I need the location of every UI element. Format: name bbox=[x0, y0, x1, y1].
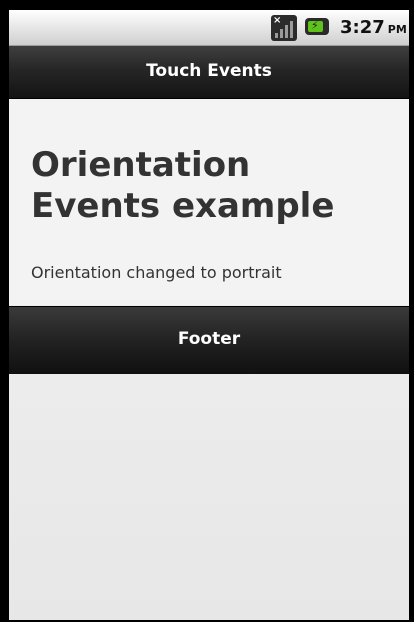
clock-ampm: PM bbox=[387, 23, 407, 36]
signal-bar-icon bbox=[280, 29, 283, 38]
page-heading: Orientation Events example bbox=[31, 145, 335, 226]
signal-bar-icon bbox=[285, 25, 288, 38]
charging-bolt-icon: ⚡ bbox=[311, 19, 319, 32]
footer-bar: Footer bbox=[9, 306, 409, 375]
clock-time: 3:27 bbox=[340, 17, 385, 38]
status-bar: × ⚡ 3:27 PM bbox=[9, 10, 409, 46]
empty-page-area bbox=[9, 374, 409, 620]
signal-bar-icon bbox=[290, 21, 293, 38]
content-area: Orientation Events example Orientation c… bbox=[9, 99, 409, 305]
header-title: Touch Events bbox=[146, 61, 272, 81]
status-clock: 3:27 PM bbox=[340, 17, 407, 38]
screen: × ⚡ 3:27 PM Touch Events Orientation Even… bbox=[9, 10, 409, 620]
device-frame: × ⚡ 3:27 PM Touch Events Orientation Even… bbox=[0, 0, 414, 622]
signal-no-sim-icon: × bbox=[271, 15, 297, 41]
app-header: Touch Events bbox=[9, 46, 409, 99]
no-sim-x-icon: × bbox=[273, 15, 282, 26]
footer-label: Footer bbox=[177, 329, 241, 349]
battery-charging-icon: ⚡ bbox=[305, 18, 329, 35]
signal-bar-icon bbox=[275, 33, 278, 38]
orientation-status-text: Orientation changed to portrait bbox=[31, 263, 282, 282]
